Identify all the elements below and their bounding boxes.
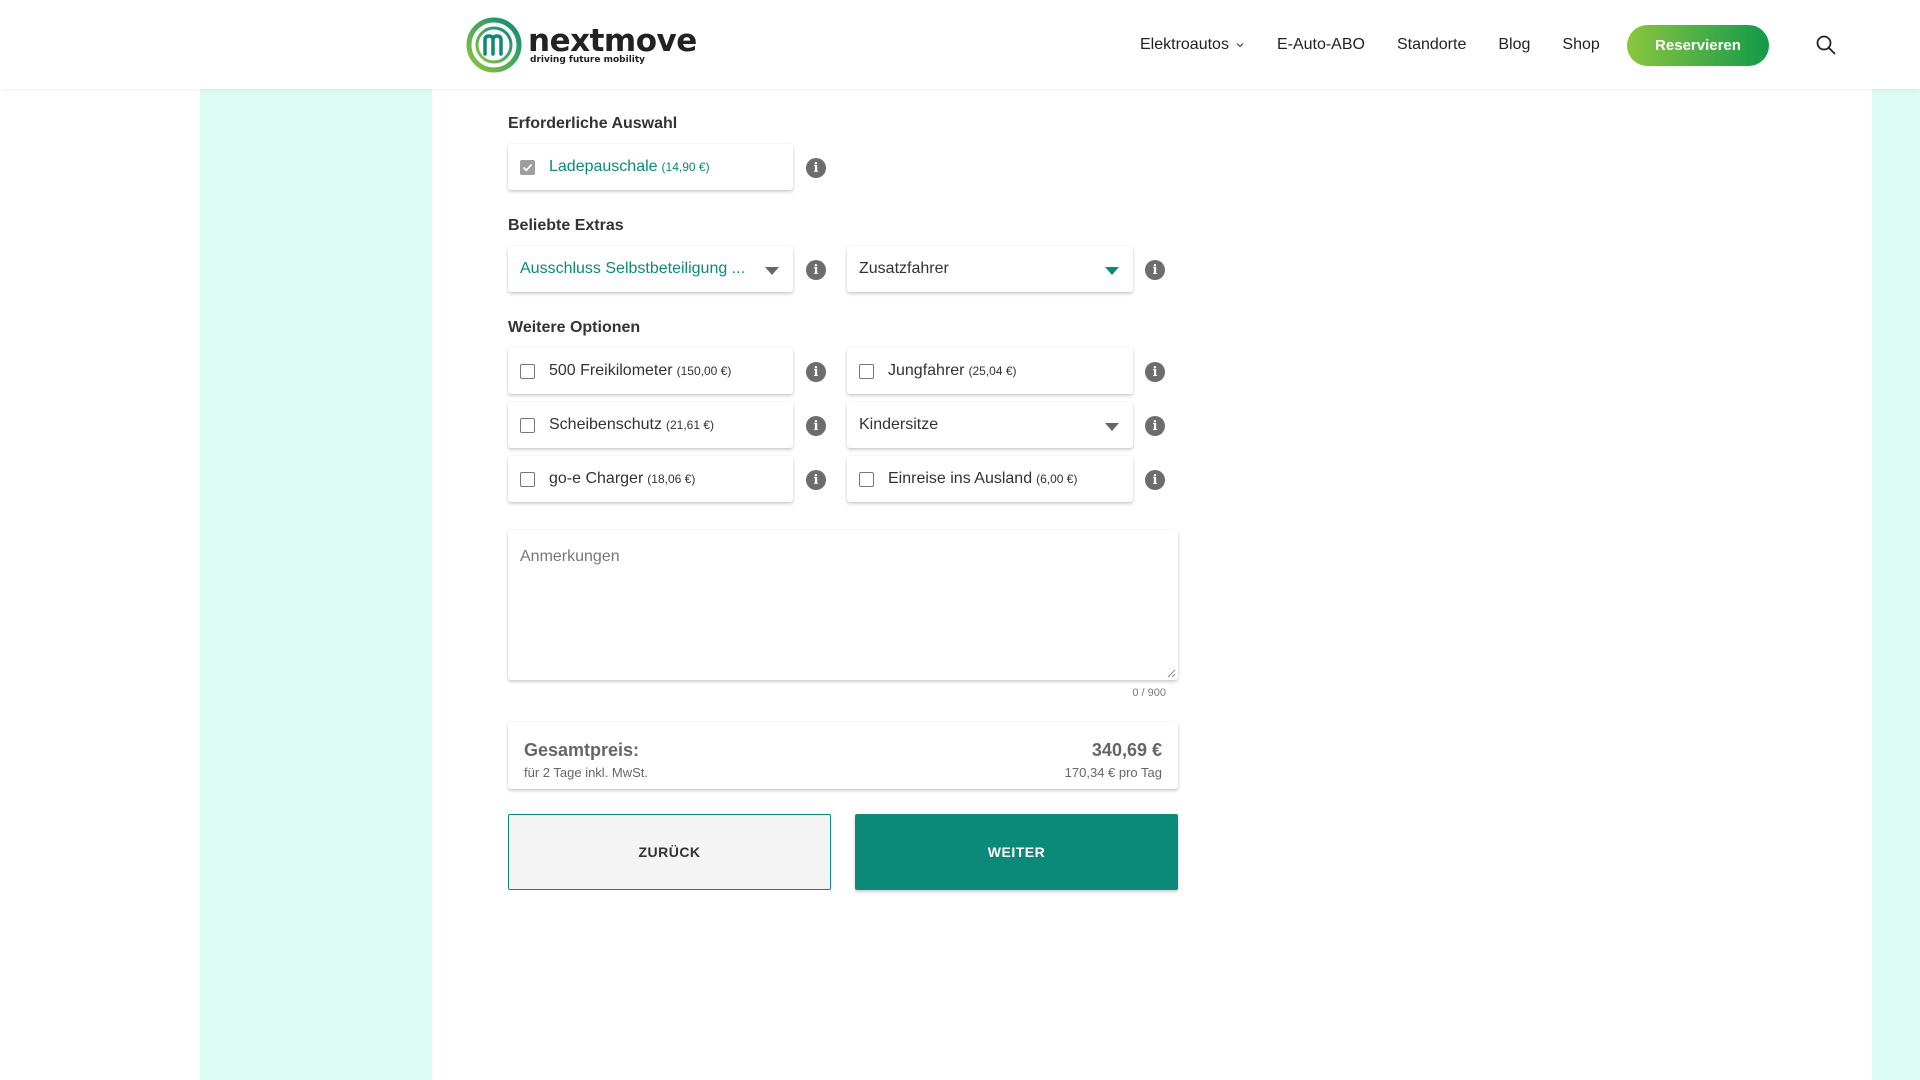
select-kindersitze-value: Kindersitze: [859, 416, 939, 433]
side-background-left: [200, 89, 432, 1080]
scheibenschutz-price: (21,61 €): [665, 418, 714, 432]
ladepauschale-price: (14,90 €): [661, 160, 710, 174]
info-icon[interactable]: i: [806, 362, 826, 382]
ladepauschale-checkbox[interactable]: [520, 159, 535, 175]
nav-item-standorte[interactable]: Standorte: [1397, 36, 1466, 54]
total-subtext: für 2 Tage inkl. MwSt.: [524, 765, 649, 780]
info-icon[interactable]: i: [806, 416, 826, 436]
select-selbstbeteiligung-value: Ausschluss Selbstbeteiligung ...: [520, 260, 746, 277]
option-freikilometer[interactable]: 500 Freikilometer (150,00 €): [508, 348, 793, 394]
freikilometer-label: 500 Freikilometer: [549, 362, 673, 379]
select-kindersitze[interactable]: Kindersitze: [847, 402, 1133, 448]
section-title-popular: Beliebte Extras: [508, 217, 624, 234]
info-icon[interactable]: i: [806, 470, 826, 490]
ausland-checkbox[interactable]: [859, 471, 874, 487]
scheibenschutz-label: Scheibenschutz: [549, 416, 662, 433]
jungfahrer-price: (25,04 €): [968, 364, 1017, 378]
info-icon[interactable]: i: [1145, 470, 1165, 490]
logo-tagline: driving future mobility: [530, 55, 646, 65]
checkmark-icon: [522, 163, 533, 172]
chevron-down-icon: [1236, 42, 1244, 47]
info-icon[interactable]: i: [1145, 362, 1165, 382]
remarks-counter: 0 / 900: [1132, 687, 1166, 699]
ausland-price: (6,00 €): [1036, 472, 1078, 486]
dropdown-caret-icon: [1105, 423, 1119, 431]
remarks-textarea[interactable]: Anmerkungen: [508, 530, 1178, 680]
charger-checkbox[interactable]: [520, 471, 535, 487]
nextmove-logo-icon: [466, 17, 522, 73]
option-scheibenschutz[interactable]: Scheibenschutz (21,61 €): [508, 402, 793, 448]
option-go-e-charger[interactable]: go-e Charger (18,06 €): [508, 456, 793, 502]
select-selbstbeteiligung[interactable]: Ausschluss Selbstbeteiligung ...: [508, 246, 793, 292]
jungfahrer-checkbox[interactable]: [859, 363, 874, 379]
scheibenschutz-checkbox[interactable]: [520, 417, 535, 433]
resize-handle-icon[interactable]: [1166, 668, 1176, 678]
main-navigation: Elektroautos E-Auto-ABO Standorte Blog S…: [1140, 0, 1600, 89]
section-title-required: Erforderliche Auswahl: [508, 115, 678, 132]
nav-item-e-auto-abo[interactable]: E-Auto-ABO: [1277, 36, 1365, 54]
search-icon[interactable]: [1815, 34, 1837, 56]
info-icon[interactable]: i: [806, 158, 826, 178]
back-button[interactable]: ZURÜCK: [508, 814, 831, 890]
info-icon[interactable]: i: [1145, 260, 1165, 280]
nav-item-shop[interactable]: Shop: [1562, 36, 1599, 54]
section-title-more: Weitere Optionen: [508, 319, 641, 336]
ladepauschale-label: Ladepauschale: [549, 158, 658, 175]
info-icon[interactable]: i: [1145, 416, 1165, 436]
total-label: Gesamtpreis:: [524, 740, 640, 760]
dropdown-caret-icon: [765, 267, 779, 275]
site-header: nextmove driving future mobility Elektro…: [0, 0, 1920, 89]
logo-name: nextmove: [528, 23, 697, 59]
total-price-card: Gesamtpreis: für 2 Tage inkl. MwSt. 340,…: [508, 722, 1178, 789]
side-background-right: [1872, 89, 1920, 1080]
select-zusatzfahrer-value: Zusatzfahrer: [859, 260, 949, 277]
option-einreise-ausland[interactable]: Einreise ins Ausland (6,00 €): [847, 456, 1133, 502]
nav-item-blog[interactable]: Blog: [1498, 36, 1530, 54]
charger-price: (18,06 €): [647, 472, 696, 486]
select-zusatzfahrer[interactable]: Zusatzfahrer: [847, 246, 1133, 292]
freikilometer-price: (150,00 €): [676, 364, 732, 378]
charger-label: go-e Charger: [549, 470, 644, 487]
total-per-day: 170,34 € pro Tag: [1064, 765, 1162, 780]
remarks-placeholder: Anmerkungen: [520, 548, 620, 565]
dropdown-caret-icon: [1105, 267, 1119, 275]
freikilometer-checkbox[interactable]: [520, 363, 535, 379]
ausland-label: Einreise ins Ausland: [888, 470, 1033, 487]
option-jungfahrer[interactable]: Jungfahrer (25,04 €): [847, 348, 1133, 394]
next-button[interactable]: WEITER: [855, 814, 1178, 890]
nav-item-label: Elektroautos: [1140, 35, 1229, 53]
info-icon[interactable]: i: [806, 260, 826, 280]
jungfahrer-label: Jungfahrer: [888, 362, 965, 379]
option-ladepauschale[interactable]: Ladepauschale (14,90 €): [508, 144, 793, 190]
nav-item-elektroautos[interactable]: Elektroautos: [1140, 36, 1244, 54]
site-logo[interactable]: nextmove driving future mobility: [466, 17, 697, 73]
total-amount: 340,69 €: [1091, 740, 1162, 760]
reserve-button[interactable]: Reservieren: [1627, 25, 1769, 66]
